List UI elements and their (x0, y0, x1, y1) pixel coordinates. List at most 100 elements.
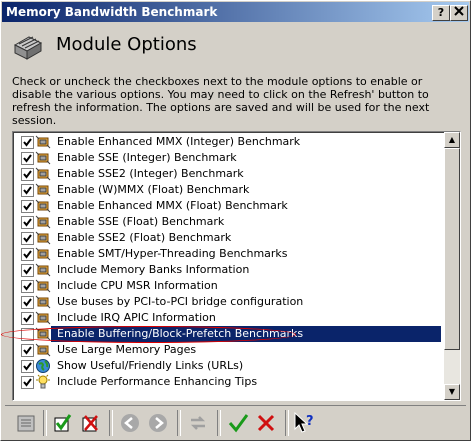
refresh-icon (190, 416, 206, 430)
option-item[interactable]: Enable SSE2 (Integer) Benchmark (17, 166, 437, 182)
scroll-down-button[interactable]: ▼ (444, 384, 460, 400)
option-label: Enable SMT/Hyper-Threading Benchmarks (57, 247, 288, 260)
option-label: Use buses by PCI-to-PCI bridge configura… (57, 295, 304, 308)
check-all-button[interactable] (49, 410, 75, 436)
option-checkbox[interactable] (21, 360, 34, 373)
option-checkbox[interactable] (21, 152, 34, 165)
option-label: Enable (W)MMX (Float) Benchmark (57, 183, 250, 196)
cpu-icon (35, 326, 51, 342)
scroll-thumb[interactable] (444, 148, 460, 350)
option-checkbox[interactable] (21, 248, 34, 261)
title-bar[interactable]: Memory Bandwidth Benchmark ? (2, 2, 469, 22)
options-list[interactable]: Enable Enhanced MMX (Integer) Benchmark E… (12, 131, 461, 401)
cpu-icon (35, 150, 51, 166)
checkmark-icon (23, 266, 32, 275)
back-icon (121, 414, 139, 432)
vertical-scrollbar[interactable]: ▲ ▼ (444, 132, 460, 400)
context-help-button[interactable]: ? (291, 410, 317, 436)
toolbar-separator (177, 410, 181, 436)
toolbar: ? (5, 405, 466, 438)
option-checkbox[interactable] (21, 344, 34, 357)
option-checkbox[interactable] (21, 136, 34, 149)
option-checkbox[interactable] (21, 184, 34, 197)
page-title: Module Options (56, 34, 197, 55)
option-item[interactable]: Enable Buffering/Block-Prefetch Benchmar… (17, 326, 441, 342)
option-checkbox[interactable] (21, 312, 34, 325)
option-checkbox[interactable] (21, 296, 34, 309)
properties-button[interactable] (13, 410, 39, 436)
option-checkbox[interactable] (21, 280, 34, 293)
cancel-button[interactable] (253, 410, 279, 436)
options-list-items: Enable Enhanced MMX (Integer) Benchmark E… (17, 134, 441, 390)
ok-button[interactable] (225, 410, 251, 436)
option-item[interactable]: Enable SSE (Float) Benchmark (17, 214, 437, 230)
option-item[interactable]: Enable SMT/Hyper-Threading Benchmarks (17, 246, 437, 262)
cpu-icon (35, 310, 51, 326)
help-pointer-icon: ? (294, 411, 314, 433)
uncheck-all-icon (82, 415, 98, 432)
cpu-icon (35, 198, 51, 214)
forward-button[interactable] (145, 410, 171, 436)
option-item[interactable]: Use buses by PCI-to-PCI bridge configura… (17, 294, 437, 310)
toolbar-separator (43, 410, 47, 436)
option-item[interactable]: Enable Enhanced MMX (Integer) Benchmark (17, 134, 437, 150)
option-checkbox[interactable] (21, 328, 34, 341)
option-item[interactable]: Use Large Memory Pages (17, 342, 437, 358)
cpu-icon (35, 214, 51, 230)
option-checkbox[interactable] (21, 264, 34, 277)
properties-icon (17, 415, 35, 432)
scroll-up-button[interactable]: ▲ (444, 132, 460, 148)
option-item[interactable]: Enable SSE (Integer) Benchmark (17, 150, 437, 166)
cpu-icon (35, 294, 51, 310)
module-settings-icon (13, 36, 43, 60)
svg-text:?: ? (306, 414, 314, 429)
option-checkbox[interactable] (21, 168, 34, 181)
toolbar-separator (217, 410, 221, 436)
checkmark-icon (23, 202, 32, 211)
checkmark-icon (23, 186, 32, 195)
checkmark-icon (23, 154, 32, 163)
uncheck-all-button[interactable] (77, 410, 103, 436)
checkmark-icon (23, 138, 32, 147)
cancel-icon (257, 414, 275, 432)
checkmark-icon (23, 378, 32, 387)
option-label: Include Memory Banks Information (57, 263, 250, 276)
cpu-icon (35, 246, 51, 262)
option-label: Enable SSE (Float) Benchmark (57, 215, 225, 228)
cpu-icon (35, 230, 51, 246)
option-item[interactable]: Include IRQ APIC Information (17, 310, 437, 326)
refresh-button[interactable] (185, 410, 211, 436)
checkmark-icon (23, 362, 32, 371)
option-item[interactable]: Enable (W)MMX (Float) Benchmark (17, 182, 437, 198)
option-item[interactable]: Include Performance Enhancing Tips (17, 374, 437, 390)
option-item[interactable]: Enable SSE2 (Float) Benchmark (17, 230, 437, 246)
help-button[interactable]: ? (432, 5, 450, 21)
check-all-icon (54, 414, 72, 432)
option-label: Enable Buffering/Block-Prefetch Benchmar… (51, 326, 441, 342)
option-label: Include IRQ APIC Information (57, 311, 216, 324)
option-item[interactable]: Include CPU MSR Information (17, 278, 437, 294)
option-checkbox[interactable] (21, 200, 34, 213)
option-label: Include CPU MSR Information (57, 279, 218, 292)
option-item[interactable]: Show Useful/Friendly Links (URLs) (17, 358, 437, 374)
toolbar-separator (109, 410, 113, 436)
cpu-icon (35, 262, 51, 278)
cpu-icon (35, 166, 51, 182)
option-label: Show Useful/Friendly Links (URLs) (57, 359, 244, 372)
back-button[interactable] (117, 410, 143, 436)
close-button[interactable] (450, 5, 468, 21)
option-item[interactable]: Enable Enhanced MMX (Float) Benchmark (17, 198, 437, 214)
ok-icon (228, 414, 249, 433)
checkmark-icon (23, 346, 32, 355)
checkmark-icon (23, 298, 32, 307)
option-item[interactable]: Include Memory Banks Information (17, 262, 437, 278)
forward-icon (149, 414, 167, 432)
option-label: Enable Enhanced MMX (Float) Benchmark (57, 199, 288, 212)
option-checkbox[interactable] (21, 216, 34, 229)
dialog-window: Memory Bandwidth Benchmark ? Module Opti… (0, 0, 471, 441)
option-checkbox[interactable] (21, 376, 34, 389)
option-label: Enable Enhanced MMX (Integer) Benchmark (57, 135, 301, 148)
cpu-icon (35, 134, 51, 150)
option-checkbox[interactable] (21, 232, 34, 245)
cpu-icon (35, 278, 51, 294)
